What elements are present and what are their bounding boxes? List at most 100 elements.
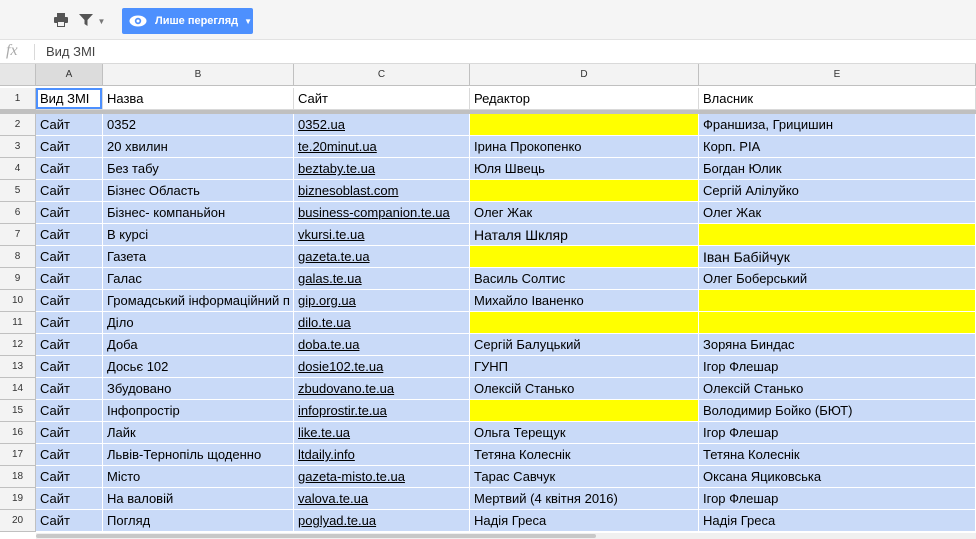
cell-name[interactable]: Досьє 102 <box>103 356 294 378</box>
cell-name[interactable]: В курсі <box>103 224 294 246</box>
cell-site[interactable]: galas.te.ua <box>294 268 470 290</box>
cell-type[interactable]: Сайт <box>36 422 103 444</box>
cell-owner[interactable]: Оксана Яциковська <box>699 466 976 488</box>
filter-button[interactable]: ▼ <box>76 10 108 32</box>
cell-owner[interactable]: Ігор Флешар <box>699 422 976 444</box>
row-number[interactable]: 18 <box>0 466 36 488</box>
cell-editor[interactable] <box>470 246 699 268</box>
row-number[interactable]: 6 <box>0 202 36 224</box>
cell-name[interactable]: Громадський інформаційний п <box>103 290 294 312</box>
cell-type[interactable]: Сайт <box>36 334 103 356</box>
cell-type[interactable]: Сайт <box>36 114 103 136</box>
cell-editor[interactable] <box>470 180 699 202</box>
cell-editor[interactable]: Ірина Прокопенко <box>470 136 699 158</box>
cell-type[interactable]: Сайт <box>36 224 103 246</box>
header-cell-name[interactable]: Назва <box>103 88 294 110</box>
row-number[interactable]: 3 <box>0 136 36 158</box>
cell-name[interactable]: Діло <box>103 312 294 334</box>
cell-owner[interactable]: Франшиза, Грицишин <box>699 114 976 136</box>
scrollbar-thumb[interactable] <box>36 534 596 538</box>
cell-type[interactable]: Сайт <box>36 246 103 268</box>
formula-input[interactable]: Вид ЗМІ <box>46 44 95 59</box>
column-header-a[interactable]: A <box>36 64 103 86</box>
cell-type[interactable]: Сайт <box>36 400 103 422</box>
cell-type[interactable]: Сайт <box>36 158 103 180</box>
header-cell-owner[interactable]: Власник <box>699 88 976 110</box>
cell-owner[interactable] <box>699 224 976 246</box>
row-number[interactable]: 4 <box>0 158 36 180</box>
cell-type[interactable]: Сайт <box>36 466 103 488</box>
row-number[interactable]: 15 <box>0 400 36 422</box>
cell-site[interactable]: gazeta-misto.te.ua <box>294 466 470 488</box>
cell-owner[interactable]: Ігор Флешар <box>699 356 976 378</box>
cell-name[interactable]: Львів-Тернопіль щоденно <box>103 444 294 466</box>
cell-editor[interactable] <box>470 312 699 334</box>
cell-name[interactable]: Місто <box>103 466 294 488</box>
cell-site[interactable]: gip.org.ua <box>294 290 470 312</box>
row-number[interactable]: 17 <box>0 444 36 466</box>
row-number[interactable]: 5 <box>0 180 36 202</box>
cell-name[interactable]: Збудовано <box>103 378 294 400</box>
view-mode-button[interactable]: Лише перегляд ▼ <box>122 8 253 34</box>
cell-owner[interactable]: Тетяна Колеснік <box>699 444 976 466</box>
row-number[interactable]: 10 <box>0 290 36 312</box>
column-header-e[interactable]: E <box>699 64 976 86</box>
row-number[interactable]: 8 <box>0 246 36 268</box>
cell-owner[interactable] <box>699 290 976 312</box>
cell-editor[interactable]: Василь Солтис <box>470 268 699 290</box>
cell-name[interactable]: Інфопростір <box>103 400 294 422</box>
cell-editor[interactable]: Михайло Іваненко <box>470 290 699 312</box>
cell-name[interactable]: Газета <box>103 246 294 268</box>
cell-owner[interactable]: Богдан Юлик <box>699 158 976 180</box>
print-button[interactable] <box>50 10 72 32</box>
cell-site[interactable]: business-companion.te.ua <box>294 202 470 224</box>
cell-name[interactable]: На валовій <box>103 488 294 510</box>
row-number[interactable]: 20 <box>0 510 36 532</box>
cell-type[interactable]: Сайт <box>36 202 103 224</box>
cell-site[interactable]: like.te.ua <box>294 422 470 444</box>
cell-site[interactable]: ltdaily.info <box>294 444 470 466</box>
cell-site[interactable]: vkursi.te.ua <box>294 224 470 246</box>
cell-editor[interactable] <box>470 400 699 422</box>
cell-owner[interactable]: Іван Бабійчук <box>699 246 976 268</box>
header-cell-type[interactable]: Вид ЗМІ <box>36 88 103 110</box>
cell-site[interactable]: dosie102.te.ua <box>294 356 470 378</box>
cell-name[interactable]: 0352 <box>103 114 294 136</box>
cell-editor[interactable]: Тарас Савчук <box>470 466 699 488</box>
cell-site[interactable]: biznesoblast.com <box>294 180 470 202</box>
row-number[interactable]: 11 <box>0 312 36 334</box>
cell-editor[interactable]: Юля Швець <box>470 158 699 180</box>
cell-type[interactable]: Сайт <box>36 510 103 532</box>
row-number[interactable]: 9 <box>0 268 36 290</box>
cell-site[interactable]: poglyad.te.ua <box>294 510 470 532</box>
cell-editor[interactable]: Олексій Станько <box>470 378 699 400</box>
column-header-d[interactable]: D <box>470 64 699 86</box>
cell-owner[interactable] <box>699 312 976 334</box>
cell-editor[interactable]: Тетяна Колеснік <box>470 444 699 466</box>
cell-owner[interactable]: Олексій Станько <box>699 378 976 400</box>
cell-editor[interactable]: Олег Жак <box>470 202 699 224</box>
row-number[interactable]: 14 <box>0 378 36 400</box>
cell-site[interactable]: infoprostir.te.ua <box>294 400 470 422</box>
cell-owner[interactable]: Сергій Алілуйко <box>699 180 976 202</box>
cell-name[interactable]: 20 хвилин <box>103 136 294 158</box>
cell-editor[interactable] <box>470 114 699 136</box>
cell-type[interactable]: Сайт <box>36 378 103 400</box>
cell-site[interactable]: doba.te.ua <box>294 334 470 356</box>
header-cell-site[interactable]: Сайт <box>294 88 470 110</box>
cell-type[interactable]: Сайт <box>36 268 103 290</box>
row-number[interactable]: 2 <box>0 114 36 136</box>
cell-owner[interactable]: Олег Жак <box>699 202 976 224</box>
row-number[interactable]: 19 <box>0 488 36 510</box>
cell-editor[interactable]: Надія Греса <box>470 510 699 532</box>
cell-type[interactable]: Сайт <box>36 444 103 466</box>
cell-site[interactable]: valova.te.ua <box>294 488 470 510</box>
cell-type[interactable]: Сайт <box>36 136 103 158</box>
cell-site[interactable]: te.20minut.ua <box>294 136 470 158</box>
cell-editor[interactable]: Ольга Терещук <box>470 422 699 444</box>
cell-owner[interactable]: Ігор Флешар <box>699 488 976 510</box>
cell-name[interactable]: Доба <box>103 334 294 356</box>
cell-site[interactable]: dilo.te.ua <box>294 312 470 334</box>
cell-site[interactable]: zbudovano.te.ua <box>294 378 470 400</box>
cell-owner[interactable]: Олег Боберський <box>699 268 976 290</box>
